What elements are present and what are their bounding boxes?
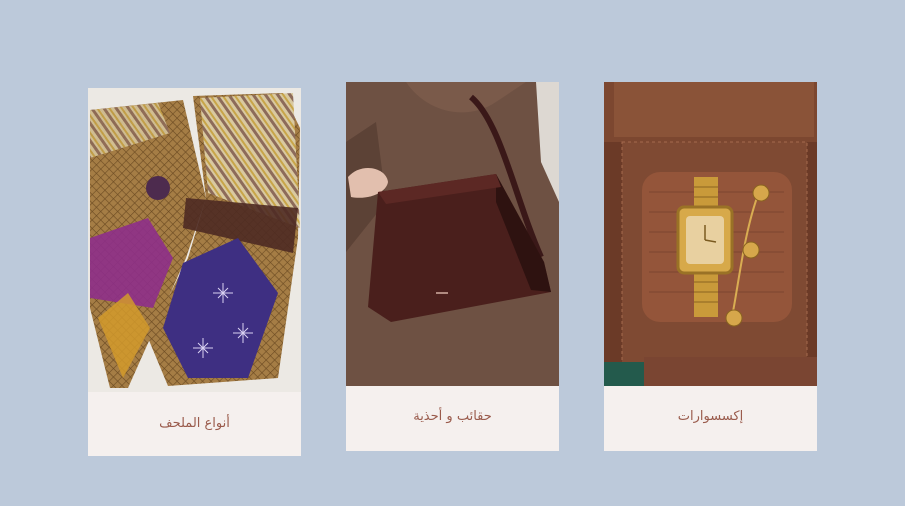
category-card-bags-shoes[interactable]: حقائب و أحذية (346, 82, 559, 451)
accessories-image[interactable] (604, 82, 817, 386)
categories-section: أنواع الملحف حقائب و أحذية إكسسوارات (0, 0, 905, 506)
category-card-accessories[interactable]: إكسسوارات (604, 82, 817, 451)
category-label-fabrics[interactable]: أنواع الملحف (88, 392, 301, 456)
bags-shoes-image[interactable] (346, 82, 559, 386)
category-label-accessories[interactable]: إكسسوارات (604, 386, 817, 451)
fabrics-image[interactable] (88, 88, 301, 392)
category-card-fabrics[interactable]: أنواع الملحف (88, 88, 301, 456)
category-label-bags-shoes[interactable]: حقائب و أحذية (346, 386, 559, 451)
